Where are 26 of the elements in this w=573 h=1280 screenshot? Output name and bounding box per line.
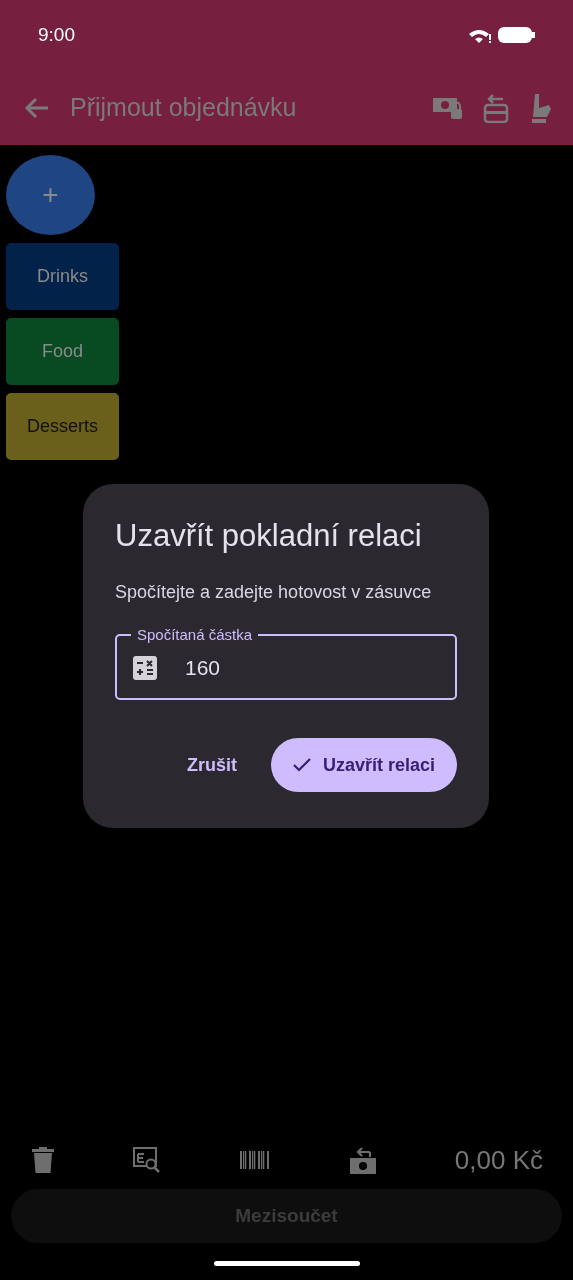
barcode-icon[interactable] bbox=[240, 1151, 271, 1169]
screen-title: Přijmout objednávku bbox=[70, 93, 298, 122]
amount-input[interactable]: 160 bbox=[183, 655, 387, 681]
home-indicator[interactable] bbox=[213, 1261, 360, 1266]
status-time: 9:00 bbox=[38, 24, 75, 46]
checkmark-icon bbox=[292, 758, 311, 772]
card-return-icon[interactable] bbox=[483, 92, 509, 123]
search-document-icon[interactable] bbox=[133, 1147, 162, 1173]
category-tile[interactable]: Desserts bbox=[6, 393, 119, 460]
cancel-button[interactable]: Zrušit bbox=[180, 753, 243, 777]
dialog-title: Uzavřít pokladní relaci bbox=[115, 518, 423, 554]
close-session-button[interactable]: Uzavřít relaci bbox=[270, 738, 457, 792]
category-tile[interactable]: Drinks bbox=[6, 243, 119, 310]
cash-lock-icon[interactable] bbox=[433, 95, 463, 120]
category-tile[interactable]: Food bbox=[6, 318, 119, 385]
field-label: Spočítaná částka bbox=[136, 627, 254, 642]
add-category-button[interactable]: + bbox=[6, 155, 95, 235]
amount-field[interactable]: Spočítaná částka 160 bbox=[115, 627, 457, 700]
trash-icon[interactable] bbox=[32, 1147, 54, 1173]
wifi-icon bbox=[468, 27, 492, 43]
back-arrow-icon[interactable] bbox=[24, 95, 50, 120]
dialog-message: Spočítejte a zadejte hotovost v zásuvce bbox=[115, 582, 433, 603]
calculator-icon bbox=[133, 656, 157, 680]
order-total: 0,00 Kč bbox=[454, 1144, 543, 1176]
battery-icon bbox=[498, 27, 535, 43]
cash-return-icon[interactable] bbox=[349, 1146, 376, 1174]
